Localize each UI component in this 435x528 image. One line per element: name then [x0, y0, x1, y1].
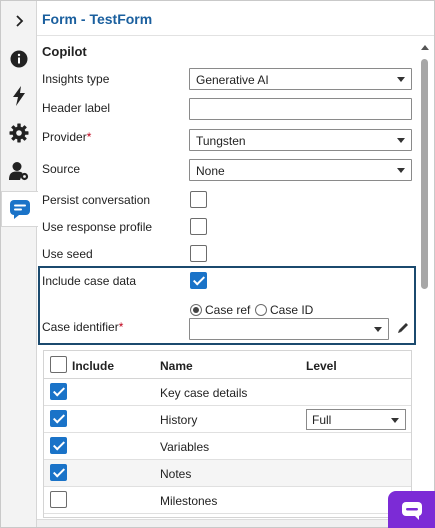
source-label: Source	[42, 162, 81, 176]
chevron-down-icon	[391, 418, 399, 423]
header-label-input[interactable]	[189, 98, 412, 120]
case-id-radio-label: Case ID	[270, 303, 314, 317]
required-marker: *	[118, 320, 124, 334]
row-include-checkbox[interactable]	[50, 464, 67, 481]
case-ref-radio-label: Case ref	[205, 303, 251, 317]
lightning-icon	[13, 86, 25, 106]
header-label-label: Header label	[42, 101, 111, 115]
actions-button[interactable]	[1, 78, 37, 114]
table-header: Include Name Level	[44, 351, 411, 379]
case-data-table: Include Name Level Key case details Hist…	[43, 350, 412, 518]
use-seed-label: Use seed	[42, 247, 93, 261]
gear-icon	[9, 123, 29, 143]
use-response-profile-checkbox[interactable]	[190, 218, 207, 235]
provider-label: Provider*	[42, 130, 91, 144]
chevron-down-icon	[397, 138, 405, 143]
info-button[interactable]	[1, 41, 37, 77]
provider-label-text: Provider	[42, 130, 87, 144]
info-icon	[10, 50, 28, 68]
case-identifier-label-text: Case identifier	[42, 320, 119, 334]
row-include-checkbox[interactable]	[50, 491, 67, 508]
include-case-data-checkbox[interactable]	[190, 272, 207, 289]
horizontal-scrollbar[interactable]	[37, 519, 397, 527]
use-response-profile-label: Use response profile	[42, 220, 153, 234]
form-panel: Form - TestForm Copilot Insights type Ge…	[0, 0, 435, 528]
copilot-launch-button[interactable]	[388, 491, 435, 528]
case-ref-radio[interactable]	[190, 304, 202, 316]
include-header: Include	[72, 359, 115, 373]
side-rail	[1, 1, 38, 527]
insights-type-select[interactable]: Generative AI	[189, 68, 412, 90]
persist-conversation-checkbox[interactable]	[190, 191, 207, 208]
source-value: None	[196, 164, 225, 178]
form-title: Form - TestForm	[42, 11, 153, 27]
level-header: Level	[306, 359, 337, 373]
persist-conversation-label: Persist conversation	[42, 193, 151, 207]
required-marker: *	[86, 130, 92, 144]
scroll-thumb[interactable]	[421, 59, 428, 289]
row-include-checkbox[interactable]	[50, 437, 67, 454]
row-name: Milestones	[160, 494, 218, 508]
vertical-scrollbar[interactable]	[419, 43, 430, 519]
insights-type-value: Generative AI	[196, 73, 269, 87]
table-row[interactable]: Notes	[44, 460, 411, 487]
row-include-checkbox[interactable]	[50, 383, 67, 400]
chevron-right-icon	[16, 15, 24, 27]
level-select[interactable]: Full	[306, 409, 406, 430]
chevron-down-icon	[397, 168, 405, 173]
case-identifier-select[interactable]	[189, 318, 389, 340]
case-id-radio[interactable]	[255, 304, 267, 316]
row-name: Key case details	[160, 386, 248, 400]
row-name: Variables	[160, 440, 210, 454]
insights-type-label: Insights type	[42, 72, 110, 86]
expand-button[interactable]	[1, 3, 37, 39]
chevron-down-icon	[374, 327, 382, 332]
copilot-button[interactable]	[1, 191, 38, 227]
row-name: Notes	[160, 467, 192, 481]
table-row[interactable]: History Full	[44, 406, 411, 433]
table-row[interactable]: Variables	[44, 433, 411, 460]
chevron-down-icon	[397, 77, 405, 82]
level-value: Full	[312, 413, 332, 427]
select-all-checkbox[interactable]	[50, 356, 67, 373]
use-seed-checkbox[interactable]	[190, 245, 207, 262]
case-identifier-label: Case identifier*	[42, 320, 123, 334]
user-settings-icon	[9, 162, 29, 181]
users-button[interactable]	[1, 153, 37, 189]
copilot-chat-icon	[10, 200, 30, 219]
name-header: Name	[160, 359, 193, 373]
table-row[interactable]: Milestones	[44, 487, 411, 514]
provider-value: Tungsten	[196, 134, 246, 148]
include-case-data-label: Include case data	[42, 274, 137, 288]
header-divider	[37, 35, 434, 36]
provider-select[interactable]: Tungsten	[189, 129, 412, 151]
row-include-checkbox[interactable]	[50, 410, 67, 427]
pencil-icon[interactable]	[397, 321, 410, 334]
row-name: History	[160, 413, 198, 427]
scroll-up-arrow-icon[interactable]	[421, 45, 429, 50]
copilot-chat-icon	[402, 502, 422, 520]
section-title: Copilot	[42, 44, 87, 59]
settings-button[interactable]	[1, 115, 37, 151]
table-row[interactable]: Key case details	[44, 379, 411, 406]
source-select[interactable]: None	[189, 159, 412, 181]
